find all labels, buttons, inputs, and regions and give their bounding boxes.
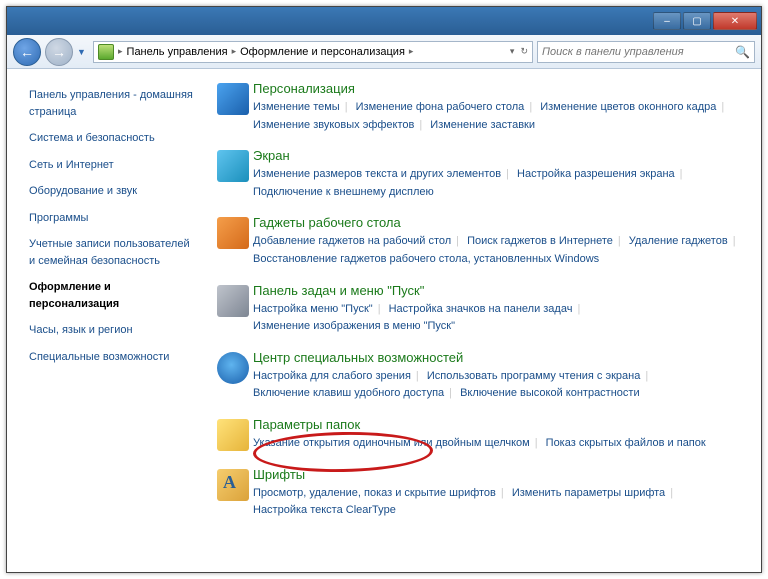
- category-section: Гаджеты рабочего стола Добавление гаджето…: [213, 215, 745, 268]
- content-area: Персонализация Изменение темы| Изменение …: [207, 69, 761, 572]
- category-title[interactable]: Экран: [253, 148, 745, 163]
- window-frame: – ▢ ✕ ← → ▼ ▸ Панель управления ▸ Оформл…: [6, 6, 762, 573]
- sidebar-item[interactable]: Оформление и персонализация: [29, 279, 195, 312]
- sidebar-item[interactable]: Сеть и Интернет: [29, 157, 195, 174]
- titlebar: – ▢ ✕: [7, 7, 761, 35]
- task-link[interactable]: Настройка меню "Пуск": [253, 303, 373, 315]
- category-title[interactable]: Параметры папок: [253, 417, 745, 432]
- task-link[interactable]: Просмотр, удаление, показ и скрытие шриф…: [253, 487, 496, 499]
- task-link[interactable]: Настройка для слабого зрения: [253, 370, 411, 382]
- category-links: Добавление гаджетов на рабочий стол| Пои…: [253, 233, 745, 268]
- category-section: Персонализация Изменение темы| Изменение …: [213, 81, 745, 134]
- category-icon: [217, 352, 249, 384]
- task-link[interactable]: Указание открытия одиночным или двойным …: [253, 437, 530, 449]
- chevron-right-icon: ▸: [409, 46, 414, 57]
- chevron-right-icon: ▸: [118, 46, 123, 57]
- body: Панель управления - домашняя страница Си…: [7, 69, 761, 572]
- task-link[interactable]: Включение высокой контрастности: [460, 387, 640, 399]
- category-icon: [217, 217, 249, 249]
- forward-button[interactable]: →: [45, 38, 73, 66]
- category-title[interactable]: Шрифты: [253, 467, 745, 482]
- category-title[interactable]: Центр специальных возможностей: [253, 350, 745, 365]
- nav-bar: ← → ▼ ▸ Панель управления ▸ Оформление и…: [7, 35, 761, 69]
- task-link[interactable]: Настройка разрешения экрана: [517, 168, 675, 180]
- category-section: Параметры папок Указание открытия одиночн…: [213, 417, 745, 453]
- sidebar-item[interactable]: Система и безопасность: [29, 130, 195, 147]
- task-link[interactable]: Показ скрытых файлов и папок: [546, 437, 706, 449]
- category-section: Центр специальных возможностей Настройка …: [213, 350, 745, 403]
- sidebar-item[interactable]: Специальные возможности: [29, 349, 195, 366]
- category-links: Просмотр, удаление, показ и скрытие шриф…: [253, 485, 745, 520]
- task-link[interactable]: Удаление гаджетов: [629, 235, 728, 247]
- category-links: Указание открытия одиночным или двойным …: [253, 435, 745, 453]
- category-section: Панель задач и меню "Пуск" Настройка меню…: [213, 283, 745, 336]
- category-links: Изменение размеров текста и других элеме…: [253, 166, 745, 201]
- category-links: Настройка меню "Пуск"| Настройка значков…: [253, 301, 745, 336]
- minimize-button[interactable]: –: [653, 12, 681, 30]
- dropdown-icon[interactable]: ▾: [510, 46, 515, 57]
- category-title[interactable]: Панель задач и меню "Пуск": [253, 283, 745, 298]
- category-icon: [217, 469, 249, 501]
- task-link[interactable]: Изменить параметры шрифта: [512, 487, 665, 499]
- category-links: Настройка для слабого зрения| Использова…: [253, 368, 745, 403]
- maximize-button[interactable]: ▢: [683, 12, 711, 30]
- search-box[interactable]: 🔍: [537, 41, 755, 63]
- task-link[interactable]: Изменение звуковых эффектов: [253, 119, 414, 131]
- control-panel-icon: [98, 44, 114, 60]
- chevron-right-icon: ▸: [232, 46, 237, 57]
- task-link[interactable]: Восстановление гаджетов рабочего стола, …: [253, 253, 599, 265]
- sidebar: Панель управления - домашняя страница Си…: [7, 69, 207, 572]
- category-section: Экран Изменение размеров текста и других …: [213, 148, 745, 201]
- task-link[interactable]: Изменение изображения в меню "Пуск": [253, 320, 455, 332]
- category-links: Изменение темы| Изменение фона рабочего …: [253, 99, 745, 134]
- task-link[interactable]: Подключение к внешнему дисплею: [253, 186, 434, 198]
- search-icon: 🔍: [735, 45, 750, 59]
- sidebar-home[interactable]: Панель управления - домашняя страница: [29, 87, 195, 120]
- category-section: Шрифты Просмотр, удаление, показ и скрыти…: [213, 467, 745, 520]
- task-link[interactable]: Использовать программу чтения с экрана: [427, 370, 641, 382]
- task-link[interactable]: Поиск гаджетов в Интернете: [467, 235, 613, 247]
- task-link[interactable]: Изменение размеров текста и других элеме…: [253, 168, 501, 180]
- category-icon: [217, 150, 249, 182]
- search-input[interactable]: [542, 46, 731, 58]
- breadcrumb[interactable]: Панель управления: [127, 46, 228, 58]
- task-link[interactable]: Изменение заставки: [430, 119, 535, 131]
- category-title[interactable]: Гаджеты рабочего стола: [253, 215, 745, 230]
- category-icon: [217, 419, 249, 451]
- breadcrumb[interactable]: Оформление и персонализация: [240, 46, 405, 58]
- category-icon: [217, 83, 249, 115]
- category-icon: [217, 285, 249, 317]
- category-title[interactable]: Персонализация: [253, 81, 745, 96]
- close-button[interactable]: ✕: [713, 12, 757, 30]
- back-button[interactable]: ←: [13, 38, 41, 66]
- task-link[interactable]: Изменение фона рабочего стола: [356, 101, 525, 113]
- sidebar-item[interactable]: Учетные записи пользователей и семейная …: [29, 236, 195, 269]
- refresh-icon[interactable]: ↻: [520, 46, 528, 57]
- task-link[interactable]: Настройка текста ClearType: [253, 504, 396, 516]
- task-link[interactable]: Изменение темы: [253, 101, 340, 113]
- sidebar-item[interactable]: Программы: [29, 210, 195, 227]
- sidebar-item[interactable]: Оборудование и звук: [29, 183, 195, 200]
- sidebar-item[interactable]: Часы, язык и регион: [29, 322, 195, 339]
- task-link[interactable]: Изменение цветов оконного кадра: [540, 101, 716, 113]
- task-link[interactable]: Добавление гаджетов на рабочий стол: [253, 235, 451, 247]
- address-bar[interactable]: ▸ Панель управления ▸ Оформление и персо…: [93, 41, 533, 63]
- task-link[interactable]: Настройка значков на панели задач: [389, 303, 573, 315]
- task-link[interactable]: Включение клавиш удобного доступа: [253, 387, 444, 399]
- history-dropdown-icon[interactable]: ▼: [77, 47, 89, 57]
